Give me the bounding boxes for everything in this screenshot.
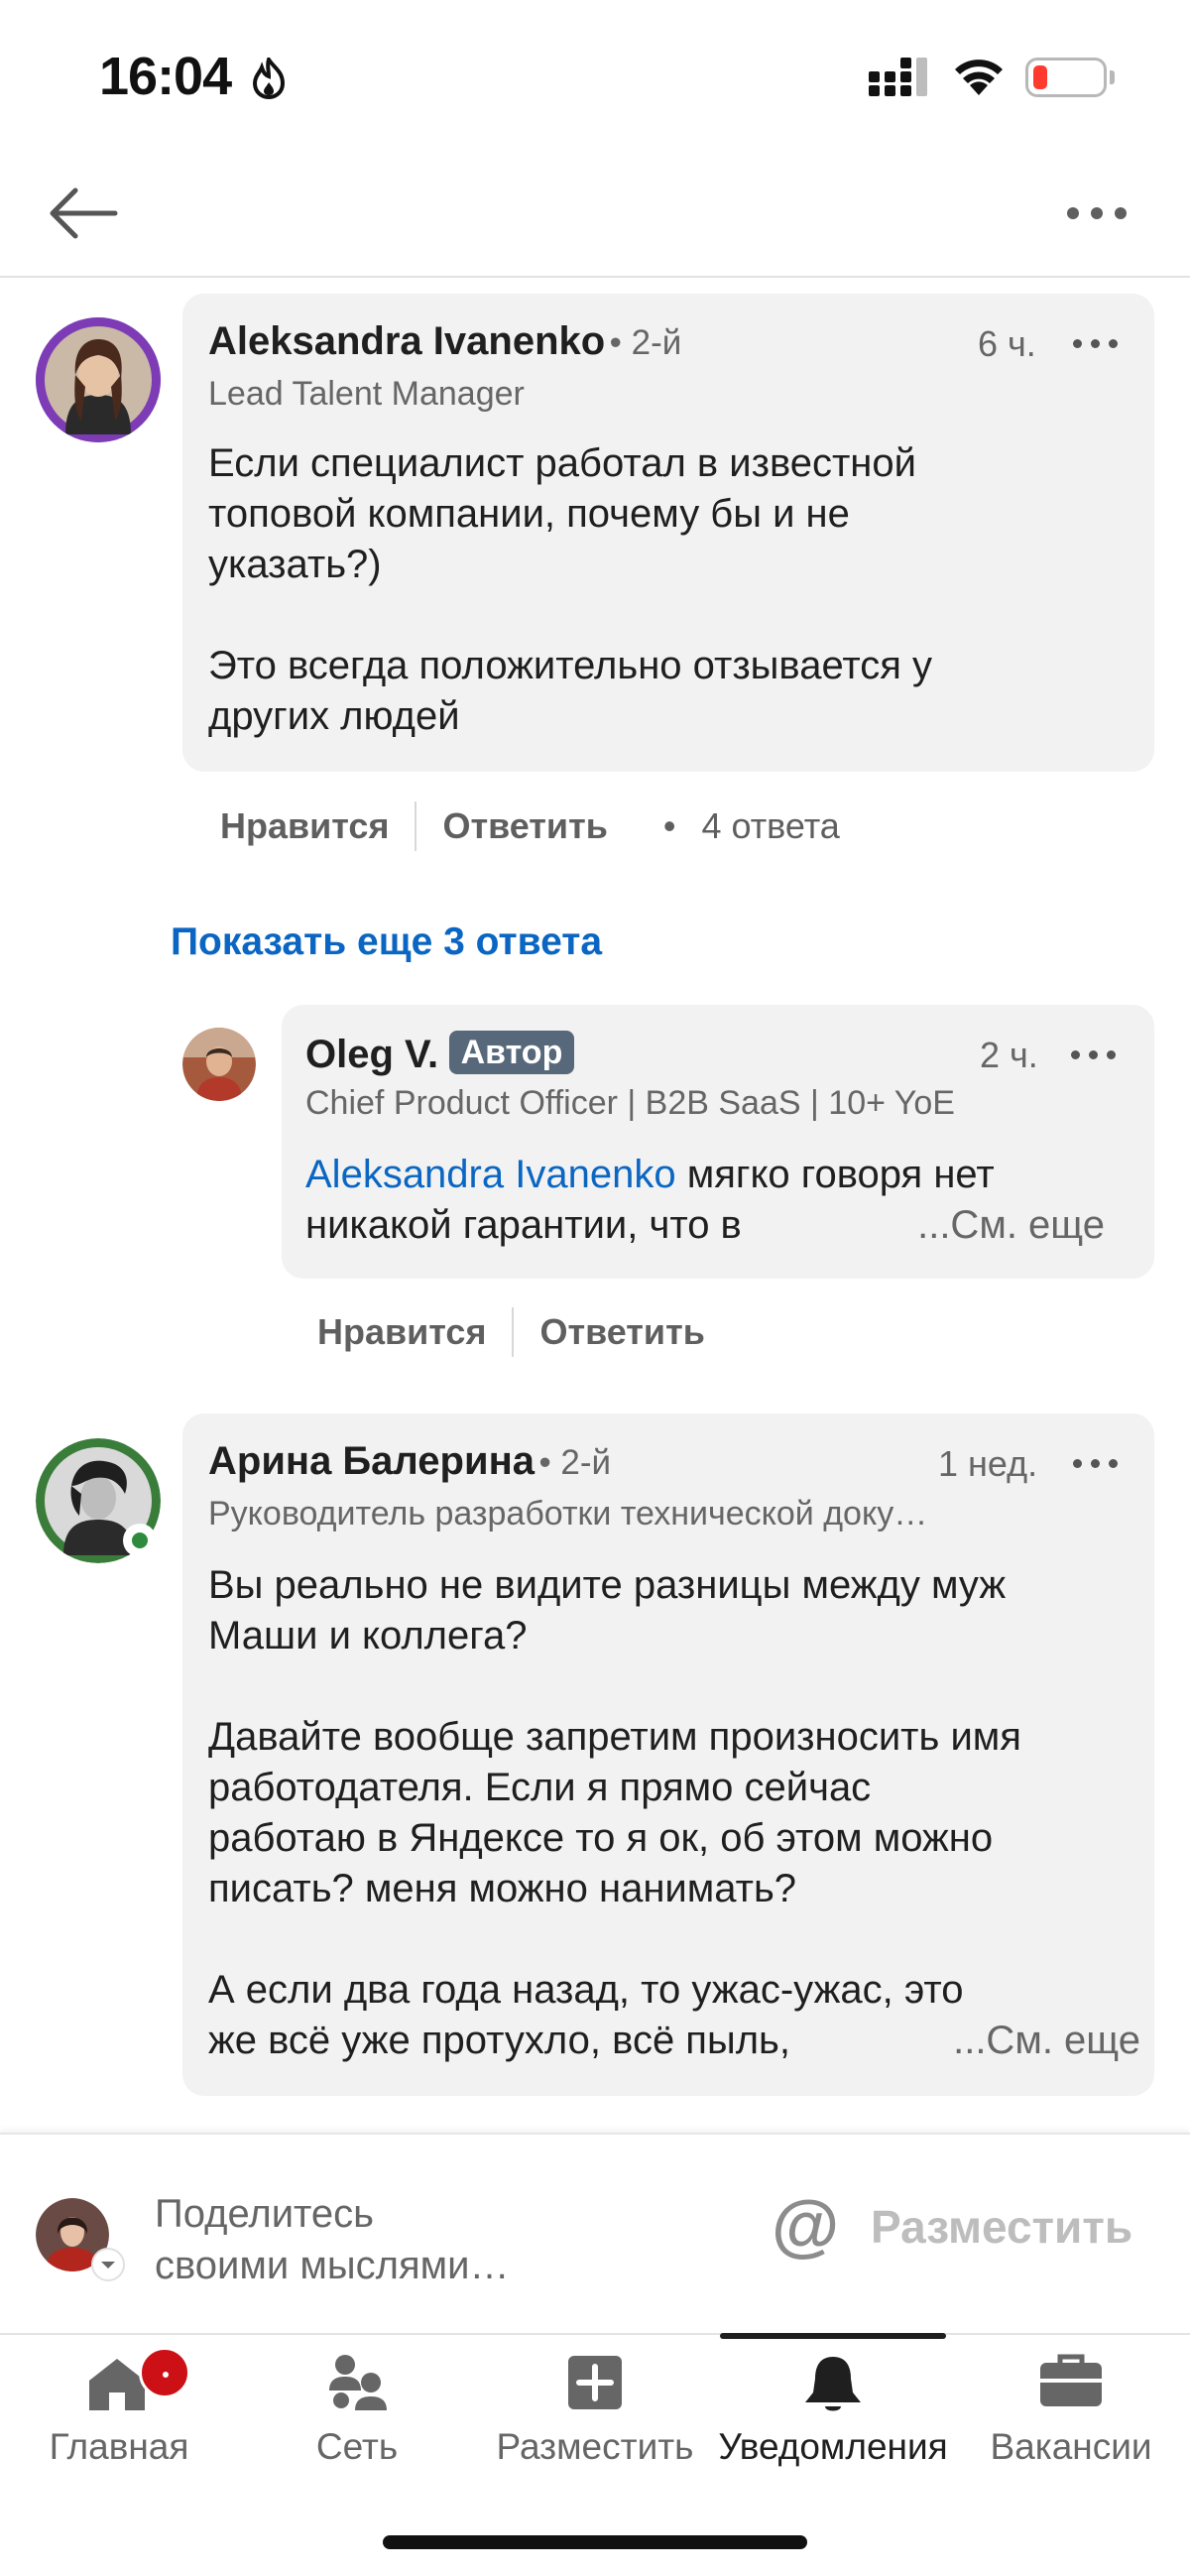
avatar-photo — [36, 317, 161, 442]
tab-label: Главная — [49, 2426, 189, 2467]
account-switch-chevron-icon[interactable] — [91, 2248, 125, 2281]
divider — [512, 1307, 515, 1357]
tab-label: Разместить — [496, 2426, 694, 2467]
commenter-headline: Руководитель разработки технической доку… — [208, 1495, 928, 1533]
comment-input[interactable]: Поделитесь своими мыслями… — [155, 2188, 621, 2291]
comment-more-button[interactable] — [1073, 339, 1118, 348]
post-button[interactable]: Разместить — [871, 2200, 1132, 2254]
comment-text: Если специалист работал в известной топо… — [208, 441, 933, 738]
comment-bubble: Арина Балерина • 2-й 1 нед. Руководитель… — [182, 1413, 1154, 2096]
tab-notifications[interactable]: Уведомления — [714, 2335, 952, 2494]
reply-actions: Нравится Ответить — [317, 1307, 705, 1357]
reply-bubble: Oleg V. Автор 2 ч. Chief Product Officer… — [282, 1005, 1154, 1279]
avatar-aleksandra[interactable] — [36, 317, 161, 442]
comment-more-button[interactable] — [1073, 1459, 1118, 1468]
notification-badge-dot — [139, 2347, 190, 2398]
tab-jobs[interactable]: Вакансии — [952, 2335, 1190, 2494]
mention-at-button[interactable]: @ — [772, 2190, 839, 2260]
comment-compose-bar: Поделитесь своими мыслями… @ Разместить — [0, 2133, 1190, 2333]
bullet: • — [662, 805, 676, 846]
tab-home[interactable]: Главная — [0, 2335, 238, 2494]
avatar-photo — [182, 1028, 256, 1101]
back-arrow-icon[interactable] — [46, 179, 125, 248]
mention-link[interactable]: Aleksandra Ivanenko — [305, 1153, 676, 1196]
avatar-oleg[interactable] — [182, 1028, 256, 1101]
reply-author-name[interactable]: Oleg V. — [305, 1033, 438, 1076]
commenter-name[interactable]: Aleksandra Ivanenko — [208, 319, 605, 363]
commenter-name[interactable]: Арина Балерина — [208, 1439, 535, 1483]
reply-author-headline: Chief Product Officer | B2B SaaS | 10+ Y… — [305, 1084, 955, 1122]
comment-time: 6 ч. — [978, 323, 1036, 364]
divider — [415, 801, 417, 851]
briefcase-icon — [1040, 2354, 1102, 2406]
tab-label: Вакансии — [990, 2426, 1152, 2467]
reply-button[interactable]: Ответить — [539, 1311, 704, 1353]
battery-icon — [1025, 58, 1107, 97]
tab-network[interactable]: Сеть — [238, 2335, 476, 2494]
reply-more-button[interactable] — [1071, 1050, 1116, 1059]
wifi-icon — [955, 60, 1003, 95]
more-options-button[interactable] — [1067, 198, 1146, 228]
network-icon — [329, 2355, 387, 2410]
bell-icon — [805, 2357, 861, 2411]
home-indicator[interactable] — [383, 2535, 807, 2549]
focus-flame-icon — [252, 58, 286, 99]
battery-tip — [1110, 70, 1115, 84]
like-button[interactable]: Нравится — [317, 1311, 486, 1353]
see-more-link[interactable]: ...См. еще — [917, 1200, 1105, 1251]
dot — [1067, 207, 1079, 219]
comment-actions: Нравится Ответить • 4 ответа — [220, 801, 840, 851]
tab-post[interactable]: Разместить — [476, 2335, 714, 2494]
commenter-headline: Lead Talent Manager — [208, 375, 525, 413]
comment-time: 1 нед. — [938, 1443, 1038, 1484]
top-navigation-bar — [0, 149, 1190, 278]
author-badge: Автор — [448, 1031, 575, 1074]
reply-text: Aleksandra Ivanenko мягко говоря нет ник… — [305, 1150, 1129, 1251]
comment-text: Вы реально не видите разницы между муж М… — [208, 1560, 1140, 2066]
comment-bubble: Aleksandra Ivanenko • 2-й 6 ч. Lead Tale… — [182, 294, 1154, 772]
reply-button[interactable]: Ответить — [442, 805, 607, 847]
connection-degree: • 2-й — [538, 1443, 612, 1482]
open-to-work-status-dot — [123, 1524, 157, 1557]
reply-time: 2 ч. — [980, 1035, 1038, 1075]
cellular-signal-icon — [869, 58, 927, 96]
show-more-replies-link[interactable]: Показать еще 3 ответа — [171, 920, 602, 964]
plus-square-icon — [568, 2356, 622, 2409]
dot — [1091, 207, 1103, 219]
tab-label: Сеть — [315, 2426, 399, 2467]
dot — [1115, 207, 1127, 219]
tab-label: Уведомления — [718, 2426, 948, 2467]
like-button[interactable]: Нравится — [220, 805, 389, 847]
replies-count[interactable]: 4 ответа — [701, 805, 839, 847]
home-icon — [89, 2359, 145, 2410]
status-bar: 16:04 — [0, 0, 1190, 149]
see-more-link[interactable]: ...См. еще — [953, 2016, 1140, 2066]
connection-degree: • 2-й — [609, 323, 682, 362]
status-time: 16:04 — [99, 47, 232, 106]
